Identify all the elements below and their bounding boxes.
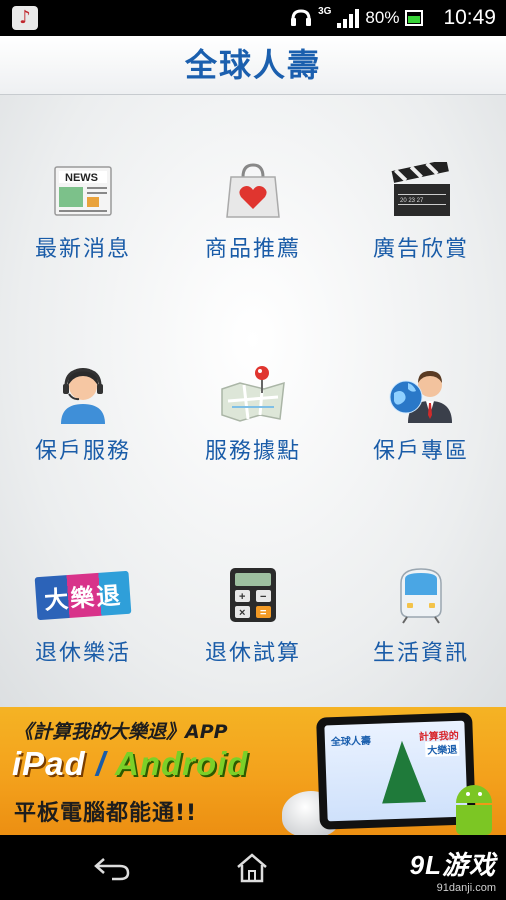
calculator-icon: + − × = (218, 563, 288, 627)
map-pin-icon (218, 361, 288, 425)
menu-item-member-area[interactable]: 保戶專區 (346, 361, 496, 465)
svg-text:20 23 27: 20 23 27 (400, 198, 424, 204)
battery-icon (405, 10, 424, 26)
headset-status-icon (291, 9, 312, 26)
signal-strength-icon (337, 8, 360, 28)
menu-item-products[interactable]: 商品推薦 (178, 159, 328, 263)
svg-text:×: × (239, 607, 245, 619)
menu-item-retirement-lifestyle[interactable]: 大樂退 退休樂活 (8, 563, 158, 667)
banner-platforms: iPad / Android (12, 745, 248, 783)
banner-android-text: Android (114, 745, 249, 782)
menu-item-label: 最新消息 (34, 237, 131, 262)
svg-text:+: + (239, 591, 245, 603)
watermark: 9L游戏 91danji.com (410, 845, 496, 894)
menu-item-life-info[interactable]: 生活資訊 (346, 563, 496, 667)
da-le-tui-badge-icon: 大樂退 (28, 563, 138, 627)
home-icon[interactable] (222, 847, 282, 887)
menu-item-news[interactable]: NEWS 最新消息 (8, 159, 158, 263)
menu-item-ads[interactable]: 20 23 27 廣告欣賞 (346, 159, 496, 263)
banner-slash: / (85, 745, 115, 782)
music-notification-icon[interactable]: ♪ (12, 6, 38, 30)
back-arrow-icon[interactable] (82, 847, 142, 887)
banner-tagline: 平板電腦都能通!! (14, 801, 198, 826)
globe-businessman-icon (386, 361, 456, 425)
christmas-tree-icon (379, 740, 427, 804)
watermark-title: 9L游戏 (409, 850, 496, 880)
menu-item-label: 退休試算 (204, 641, 301, 666)
clock: 10:49 (443, 6, 496, 29)
menu-item-retirement-calculator[interactable]: + − × = 退休試算 (178, 563, 328, 667)
banner-headline: 《計算我的大樂退》APP (14, 721, 228, 743)
network-type-label: 3G (318, 6, 332, 17)
news-icon: NEWS (48, 159, 118, 223)
menu-item-label: 保戶專區 (372, 439, 469, 464)
customer-service-headset-icon (48, 361, 118, 425)
clapperboard-icon: 20 23 27 (386, 159, 456, 223)
train-icon (386, 563, 456, 627)
svg-text:−: − (260, 591, 266, 603)
tablet-screen-badge: 大樂退 (425, 740, 460, 757)
banner-ipad-text: iPad (12, 745, 86, 782)
tablet-screen-title: 全球人壽 (330, 735, 372, 749)
menu-item-label: 退休樂活 (34, 641, 131, 666)
app-logo-title: 全球人壽 (184, 47, 321, 83)
main-menu-grid: NEWS 最新消息 商品推薦 20 23 27 廣告欣賞 保戶服務 服務據點 保… (0, 95, 506, 707)
menu-item-label: 商品推薦 (204, 237, 301, 262)
badge-text: 大樂退 (34, 570, 132, 620)
system-navigation-bar: 9L游戏 91danji.com (0, 835, 506, 900)
svg-text:NEWS: NEWS (65, 172, 98, 184)
menu-item-label: 生活資訊 (372, 641, 469, 666)
menu-item-customer-service[interactable]: 保戶服務 (8, 361, 158, 465)
app-header: 全球人壽 (0, 36, 506, 95)
menu-item-label: 保戶服務 (34, 439, 131, 464)
menu-item-label: 服務據點 (204, 439, 301, 464)
battery-percent: 80% (365, 8, 400, 27)
shopping-bag-heart-icon (218, 159, 288, 223)
menu-item-label: 廣告欣賞 (372, 237, 469, 262)
promo-banner[interactable]: 《計算我的大樂退》APP iPad / Android 平板電腦都能通!! 全球… (0, 707, 506, 835)
menu-item-service-locations[interactable]: 服務據點 (178, 361, 328, 465)
android-robot-icon (452, 785, 496, 835)
svg-text:=: = (260, 607, 266, 619)
watermark-url: 91danji.com (436, 882, 496, 894)
status-bar: ♪ 3G 80% 10:49 (0, 0, 506, 36)
